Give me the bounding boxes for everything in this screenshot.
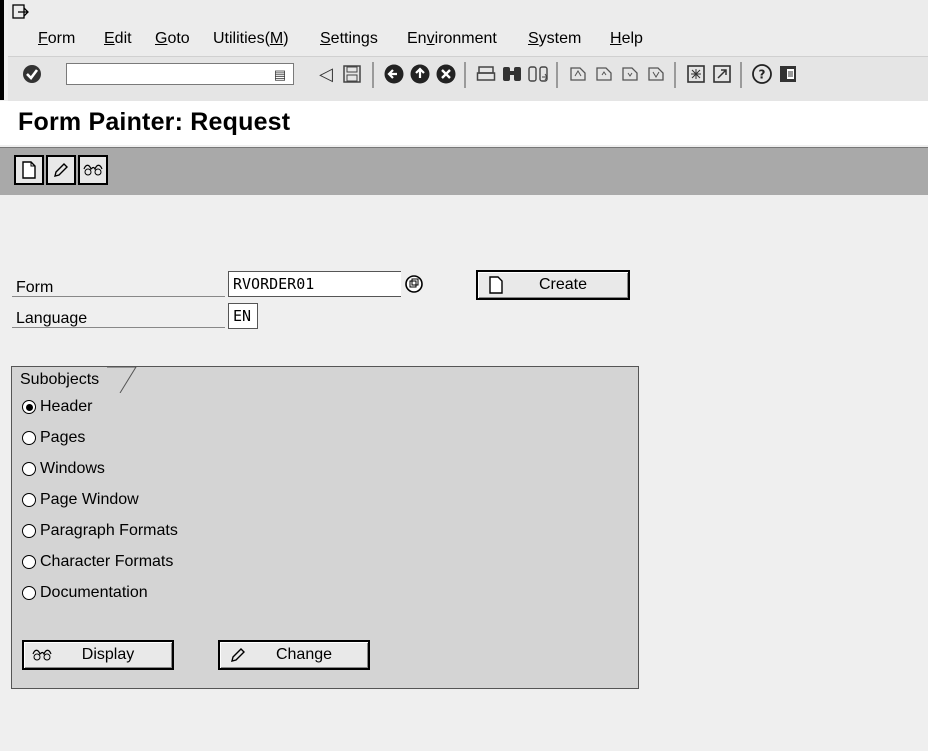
radio-button[interactable] (22, 462, 36, 476)
pencil-icon (228, 645, 248, 665)
change-button-label: Change (275, 646, 333, 663)
display-form-button[interactable] (78, 155, 108, 185)
change-form-button[interactable] (46, 155, 76, 185)
radio-label: Page Window (40, 491, 139, 508)
radio-label: Pages (40, 429, 86, 446)
radio-page-window[interactable]: Page Window (22, 491, 139, 509)
menu-edit[interactable]: Edit (104, 30, 132, 48)
command-history-icon[interactable]: ▤ (272, 64, 288, 84)
next-page-icon[interactable] (618, 62, 642, 86)
menu-form[interactable]: Form (38, 30, 75, 48)
menu-settings[interactable]: Settings (320, 30, 378, 48)
first-page-icon[interactable] (566, 62, 590, 86)
radio-button[interactable] (22, 493, 36, 507)
radio-header[interactable]: Header (22, 398, 92, 416)
radio-button[interactable] (22, 431, 36, 445)
exit-icon[interactable] (408, 62, 432, 86)
radio-label: Windows (40, 460, 105, 477)
save-icon[interactable] (340, 62, 364, 86)
radio-paragraph-formats[interactable]: Paragraph Formats (22, 522, 178, 540)
radio-label: Header (40, 398, 93, 415)
toolbar-separator (556, 62, 558, 88)
change-button[interactable]: Change (218, 640, 370, 670)
display-button[interactable]: Display (22, 640, 174, 670)
cancel-icon[interactable] (434, 62, 458, 86)
toolbar-separator (464, 62, 466, 88)
back-arrow-icon[interactable]: ◁ (314, 62, 338, 86)
radio-button[interactable] (22, 555, 36, 569)
customize-layout-icon[interactable] (776, 62, 800, 86)
form-label: Form (12, 273, 225, 297)
create-button-label: Create (538, 276, 588, 293)
document-icon (486, 275, 506, 295)
menu-environment[interactable]: Environment (407, 30, 497, 48)
document-icon (22, 161, 36, 179)
find-icon[interactable] (500, 62, 524, 86)
form-input[interactable] (228, 271, 402, 297)
radio-pages[interactable]: Pages (22, 429, 85, 447)
radio-label: Character Formats (40, 553, 174, 570)
glasses-icon (83, 164, 103, 176)
toolbar-separator (372, 62, 374, 88)
radio-button[interactable] (22, 400, 36, 414)
system-menu-icon[interactable] (12, 4, 30, 22)
radio-button[interactable] (22, 524, 36, 538)
toolbar-separator (674, 62, 676, 88)
search-help-icon[interactable] (401, 271, 427, 297)
create-button[interactable]: Create (476, 270, 630, 300)
menu-goto[interactable]: Goto (155, 30, 190, 48)
radio-windows[interactable]: Windows (22, 460, 105, 478)
subobjects-title: Subobjects (12, 367, 108, 393)
create-session-icon[interactable] (684, 62, 708, 86)
toolbar-separator (740, 62, 742, 88)
find-next-icon[interactable] (526, 62, 550, 86)
last-page-icon[interactable] (644, 62, 668, 86)
pencil-icon (54, 163, 68, 177)
print-icon[interactable] (474, 62, 498, 86)
command-field[interactable] (66, 63, 294, 85)
language-label: Language (12, 304, 225, 328)
window-frame (0, 0, 4, 100)
radio-label: Paragraph Formats (40, 522, 178, 539)
radio-documentation[interactable]: Documentation (22, 584, 148, 602)
previous-page-icon[interactable] (592, 62, 616, 86)
page-title: Form Painter: Request (18, 108, 291, 136)
display-button-label: Display (81, 646, 135, 663)
shortcut-icon[interactable] (710, 62, 734, 86)
menu-help[interactable]: Help (610, 30, 643, 48)
glasses-icon (32, 645, 52, 665)
menu-utilities[interactable]: Utilities(M) (213, 30, 289, 48)
svg-text:?: ? (759, 68, 766, 82)
help-icon[interactable]: ? (750, 62, 774, 86)
menu-system[interactable]: System (528, 30, 581, 48)
radio-button[interactable] (22, 586, 36, 600)
application-toolbar (0, 147, 928, 195)
language-input[interactable] (228, 303, 258, 329)
back-icon[interactable] (382, 62, 406, 86)
enter-check-icon[interactable] (20, 62, 44, 86)
radio-character-formats[interactable]: Character Formats (22, 553, 173, 571)
create-form-button[interactable] (14, 155, 44, 185)
radio-label: Documentation (40, 584, 148, 601)
